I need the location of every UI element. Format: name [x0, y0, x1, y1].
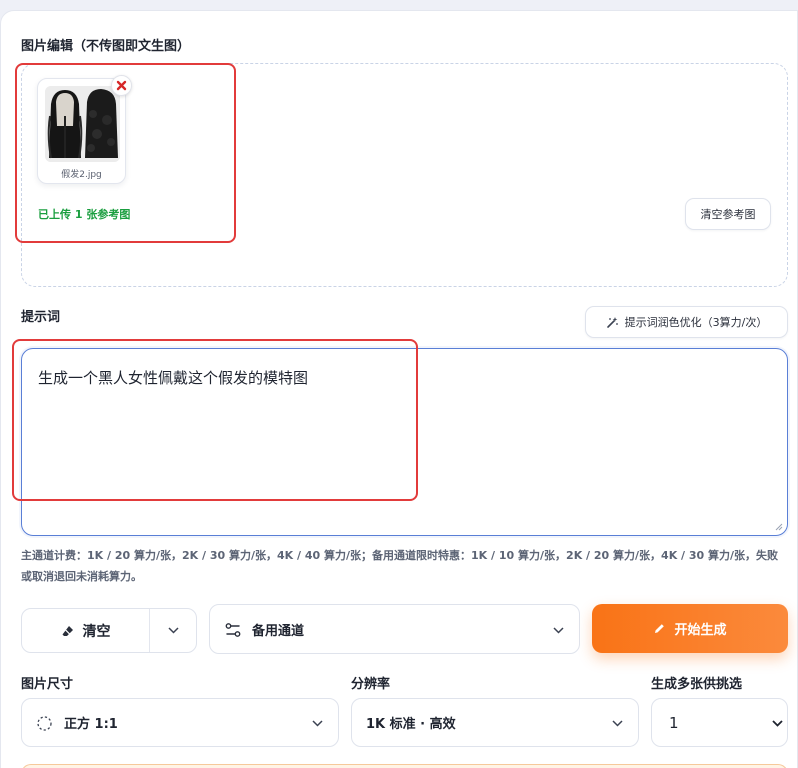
chevron-down-icon [168, 627, 179, 634]
annotation-highlight-upload [15, 63, 236, 243]
dashed-circle-icon [37, 716, 52, 731]
channel-select[interactable]: 备用通道 [209, 604, 580, 654]
resize-grip-icon[interactable] [775, 523, 783, 531]
image-count-select[interactable]: 1 [651, 698, 788, 747]
annotation-highlight-prompt [12, 339, 418, 501]
image-size-label: 图片尺寸 [21, 677, 74, 692]
clear-references-button[interactable]: 清空参考图 [685, 198, 771, 230]
eraser-icon [62, 625, 73, 636]
image-count-label: 生成多张供挑选 [651, 677, 743, 692]
chevron-down-icon [312, 720, 323, 727]
bottom-notice-strip [21, 764, 788, 768]
pricing-note: 主通道计费：1K / 20 算力/张，2K / 30 算力/张，4K / 40 … [21, 549, 779, 583]
clear-options-toggle[interactable] [150, 609, 197, 652]
prompt-optimize-button[interactable]: 提示词润色优化（3算力/次） [585, 306, 788, 338]
pencil-icon [655, 624, 665, 633]
clear-button[interactable]: 清空 [22, 609, 149, 652]
image-count-value: 1 [669, 713, 679, 732]
image-edit-label: 图片编辑（不传图即文生图） [21, 39, 191, 54]
clear-references-label: 清空参考图 [700, 208, 756, 221]
prompt-optimize-label: 提示词润色优化（3算力/次） [624, 316, 768, 329]
prompt-label: 提示词 [21, 310, 61, 325]
image-size-select[interactable]: 正方 1:1 [21, 698, 339, 747]
route-icon [225, 623, 241, 637]
clear-button-label: 清空 [82, 623, 111, 640]
chevron-down-icon [772, 720, 783, 727]
channel-select-value: 备用通道 [252, 623, 305, 639]
resolution-label: 分辨率 [351, 677, 391, 692]
chevron-down-icon [553, 627, 564, 634]
resolution-select[interactable]: 1K 标准 · 高效 [351, 698, 639, 747]
resolution-value: 1K 标准 · 高效 [366, 717, 456, 732]
start-generate-button[interactable]: 开始生成 [592, 604, 788, 653]
image-size-value: 正方 1:1 [64, 717, 118, 732]
start-generate-label: 开始生成 [674, 623, 727, 638]
magic-wand-icon [606, 316, 618, 328]
chevron-down-icon [612, 720, 623, 727]
clear-split-button: 清空 [21, 608, 197, 653]
